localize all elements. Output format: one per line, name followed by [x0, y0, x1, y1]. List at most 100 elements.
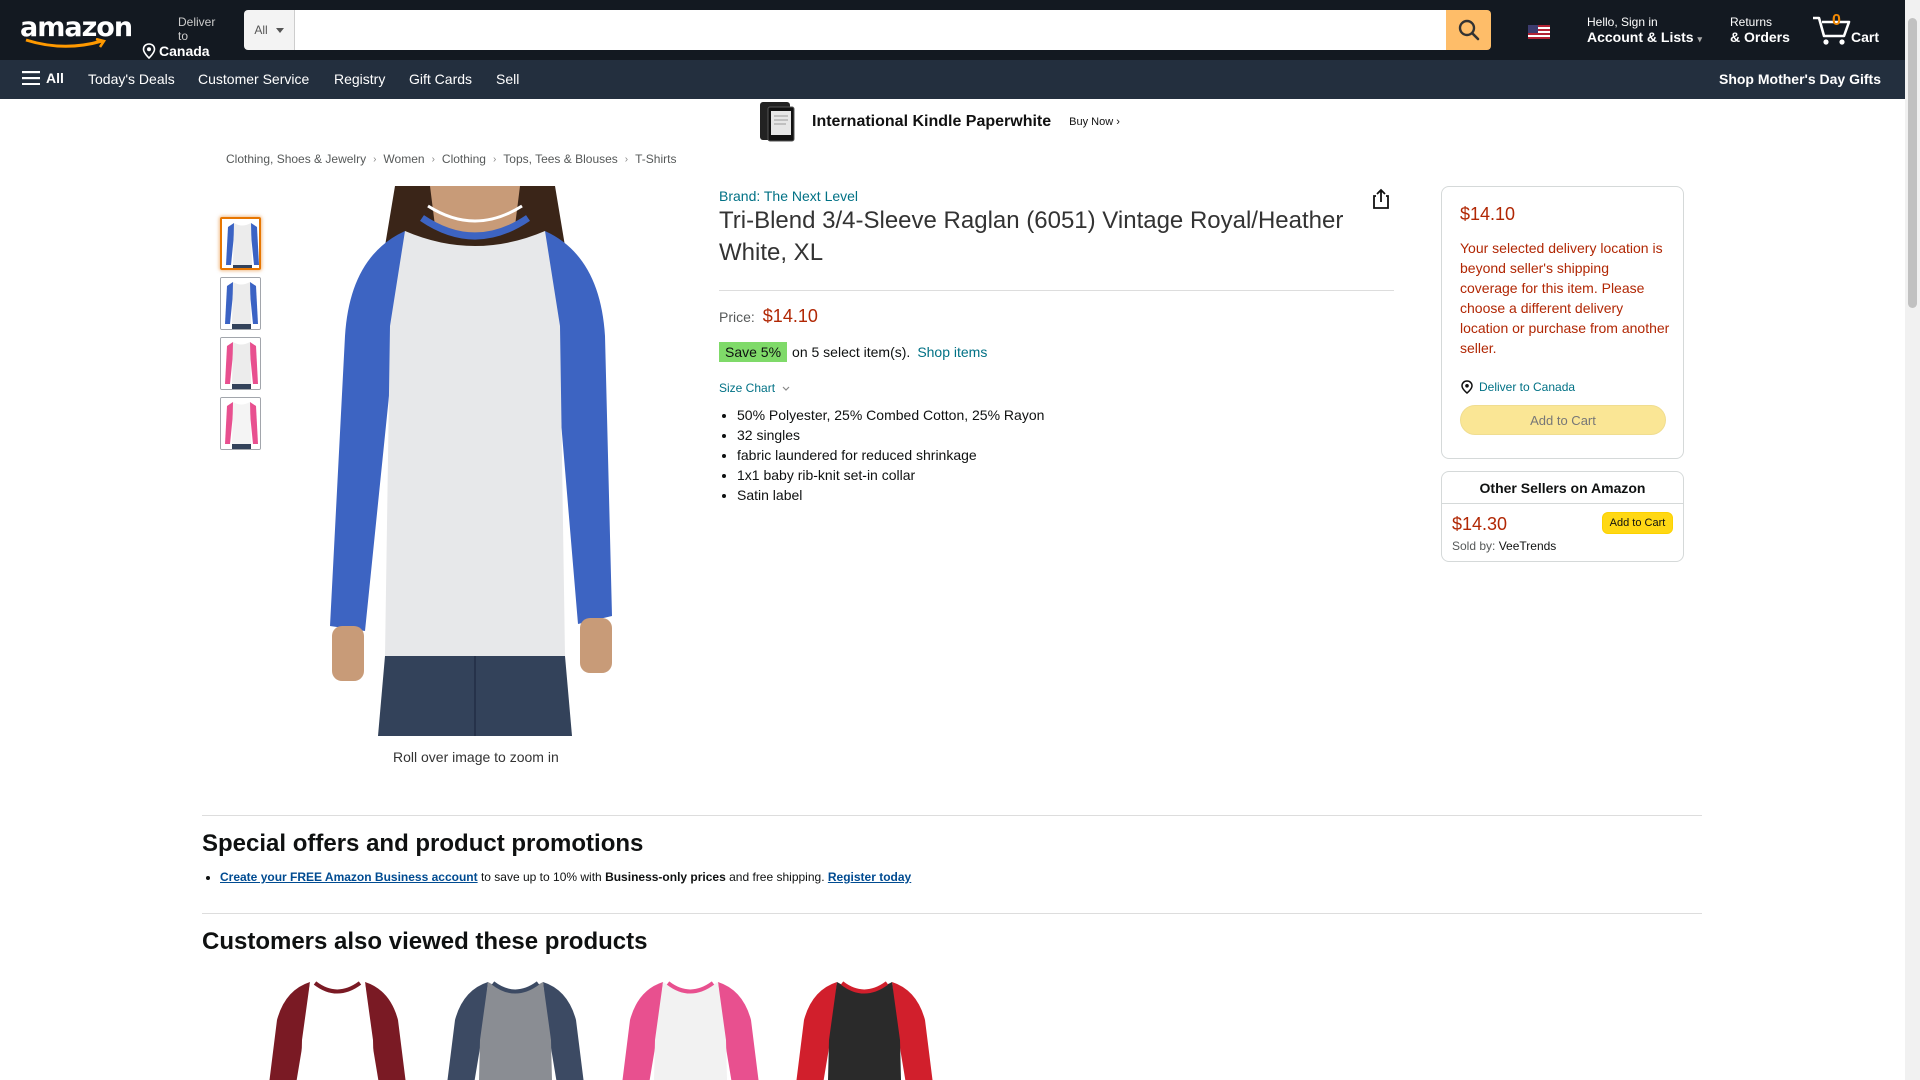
logo-smile-icon [25, 38, 107, 48]
special-offers-heading: Special offers and product promotions [202, 830, 644, 857]
also-viewed-product[interactable] [618, 980, 763, 1080]
breadcrumb-item[interactable]: Clothing [442, 152, 486, 166]
thumbnail-1[interactable] [220, 217, 261, 270]
hamburger-menu-icon [22, 71, 40, 85]
location-pin-icon [1461, 380, 1473, 394]
sold-by: Sold by: VeeTrends [1452, 539, 1557, 553]
savings-row: Save 5% on 5 select item(s). Shop items [719, 342, 987, 362]
thumbnail-3[interactable] [220, 337, 261, 390]
other-sellers-box: Other Sellers on Amazon $14.30 Add to Ca… [1441, 471, 1684, 562]
breadcrumb-item[interactable]: Clothing, Shoes & Jewelry [226, 152, 366, 166]
caret-down-icon [275, 27, 284, 33]
banner-title: International Kindle Paperwhite [812, 113, 1052, 130]
search-category-select[interactable]: All [244, 10, 295, 50]
buybox-price: $14.10 [1460, 204, 1516, 224]
also-viewed-product[interactable] [792, 980, 937, 1080]
shirt-thumbnail-image [221, 398, 260, 449]
shirt-product-image [447, 981, 584, 1080]
shirt-product-image [622, 981, 759, 1080]
feature-bullets: 50% Polyester, 25% Combed Cotton, 25% Ra… [737, 405, 1044, 505]
top-header: amazon Deliver to Canada All Hello, Sign… [0, 0, 1905, 60]
nav-mothers-day-promo[interactable]: Shop Mother's Day Gifts [1719, 71, 1881, 87]
nav-customer-service[interactable]: Customer Service [198, 71, 309, 87]
shirt-product-image [269, 981, 406, 1080]
other-seller-add-to-cart-button[interactable]: Add to Cart [1602, 512, 1673, 534]
cart-button[interactable]: 0 Cart [1812, 10, 1882, 50]
breadcrumb-item[interactable]: Tops, Tees & Blouses [503, 152, 618, 166]
deliver-country: Canada [159, 43, 210, 59]
other-sellers-heading: Other Sellers on Amazon [1442, 472, 1683, 504]
savings-text: on 5 select item(s). [792, 344, 911, 360]
chevron-down-icon [782, 386, 790, 391]
search-bar: All [244, 10, 1491, 50]
shop-items-link[interactable]: Shop items [917, 344, 987, 360]
sub-navigation: All Today's Deals Customer Service Regis… [0, 60, 1905, 99]
chevron-right-icon: › [373, 153, 377, 165]
breadcrumb-item[interactable]: T-Shirts [635, 152, 676, 166]
breadcrumb: Clothing, Shoes & Jewelry › Women › Clothi… [226, 152, 676, 166]
shirt-product-image [796, 981, 933, 1080]
thumbnail-4[interactable] [220, 397, 261, 450]
search-icon [1458, 19, 1479, 41]
page-scrollbar[interactable] [1905, 0, 1920, 1080]
scrollbar-thumb[interactable] [1908, 18, 1917, 308]
add-to-cart-button-disabled[interactable]: Add to Cart [1460, 405, 1666, 435]
all-menu-button[interactable]: All [22, 70, 64, 86]
page: amazon Deliver to Canada All Hello, Sign… [0, 0, 1920, 1080]
divider [202, 815, 1702, 816]
cart-label: Cart [1851, 29, 1880, 45]
also-viewed-product[interactable] [443, 980, 588, 1080]
shirt-thumbnail-image [222, 219, 259, 268]
price-label: Price: [719, 309, 755, 325]
save-badge: Save 5% [719, 342, 788, 362]
banner-buy-now[interactable]: Buy Now › [1069, 116, 1120, 128]
search-input[interactable] [295, 10, 1446, 50]
feature-bullet: 1x1 baby rib-knit set-in collar [737, 465, 1044, 485]
account-lists[interactable]: Hello, Sign in Account & Lists ▾ [1587, 15, 1702, 47]
caret-down-icon: ▾ [1697, 34, 1702, 44]
location-pin-icon [142, 43, 156, 59]
offer-item: Create your FREE Amazon Business account… [220, 870, 911, 884]
search-button[interactable] [1446, 10, 1491, 50]
product-title: Tri-Blend 3/4-Sleeve Raglan (6051) Vinta… [719, 207, 1344, 266]
kindle-banner[interactable]: International Kindle Paperwhite Buy Now … [758, 101, 1120, 143]
cart-count: 0 [1832, 12, 1841, 29]
deliver-to-link[interactable]: Deliver to Canada [1460, 380, 1575, 394]
size-chart-link[interactable]: Size Chart [719, 381, 790, 395]
breadcrumb-item[interactable]: Women [383, 152, 424, 166]
nav-todays-deals[interactable]: Today's Deals [88, 71, 175, 87]
divider [202, 913, 1702, 914]
returns-orders[interactable]: Returns & Orders [1730, 15, 1790, 45]
kindle-device-icon [760, 102, 795, 142]
other-seller-price: $14.30 [1452, 514, 1508, 534]
create-business-account-link[interactable]: Create your FREE Amazon Business account [220, 870, 478, 884]
image-thumbnails [220, 217, 261, 457]
divider [719, 290, 1394, 291]
also-viewed-product[interactable] [265, 980, 410, 1080]
feature-bullet: 32 singles [737, 425, 1044, 445]
thumbnail-2[interactable] [220, 277, 261, 330]
price-row: Price: $14.10 [719, 306, 818, 327]
amazon-logo[interactable]: amazon [20, 14, 133, 48]
register-today-link[interactable]: Register today [828, 870, 911, 884]
shirt-thumbnail-image [221, 338, 260, 389]
offer-list: Create your FREE Amazon Business account… [220, 870, 911, 884]
shirt-thumbnail-image [221, 278, 260, 329]
seller-name[interactable]: VeeTrends [1499, 539, 1557, 553]
main-product-image[interactable] [310, 186, 640, 736]
share-icon[interactable] [1371, 188, 1391, 210]
us-flag-icon[interactable] [1528, 25, 1550, 39]
nav-registry[interactable]: Registry [334, 71, 385, 87]
nav-gift-cards[interactable]: Gift Cards [409, 71, 472, 87]
chevron-right-icon: › [492, 153, 497, 165]
shipping-warning: Your selected delivery location is beyon… [1460, 240, 1670, 356]
product-price: $14.10 [762, 306, 818, 326]
feature-bullet: Satin label [737, 485, 1044, 505]
deliver-to[interactable]: Deliver to Canada [142, 15, 222, 59]
buy-box: $14.10 Your selected delivery location i… [1441, 186, 1684, 459]
feature-bullet: fabric laundered for reduced shrinkage [737, 445, 1044, 465]
also-viewed-heading: Customers also viewed these products [202, 928, 648, 955]
brand-link[interactable]: Brand: The Next Level [719, 188, 858, 204]
chevron-right-icon: › [624, 153, 629, 165]
nav-sell[interactable]: Sell [496, 71, 519, 87]
